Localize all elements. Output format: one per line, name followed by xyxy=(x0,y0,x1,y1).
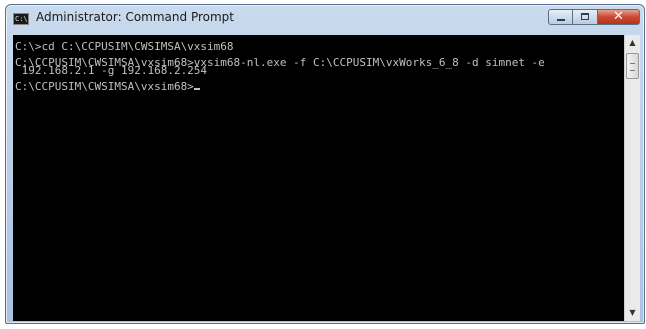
scrollbar-thumb[interactable] xyxy=(626,53,639,79)
vertical-scrollbar[interactable]: ▲ ▼ xyxy=(624,35,640,321)
command-prompt-window: C:\ Administrator: Command Prompt ✕ C:\>… xyxy=(5,4,645,324)
text-cursor xyxy=(193,88,200,90)
console-prompt-line: C:\CCPUSIM\CWSIMSA\vxsim68> xyxy=(15,80,624,93)
scroll-up-arrow-icon[interactable]: ▲ xyxy=(625,35,640,51)
console-line: C:\>cd C:\CCPUSIM\CWSIMSA\vxsim68 xyxy=(15,40,234,53)
window-title: Administrator: Command Prompt xyxy=(36,10,234,24)
close-button[interactable]: ✕ xyxy=(598,9,640,25)
scroll-down-arrow-icon[interactable]: ▼ xyxy=(625,305,640,321)
close-icon: ✕ xyxy=(613,9,624,24)
grip-icon xyxy=(630,63,635,71)
console-prompt: C:\CCPUSIM\CWSIMSA\vxsim68> xyxy=(15,80,194,93)
window-controls: ✕ xyxy=(548,9,640,26)
title-bar[interactable]: C:\ Administrator: Command Prompt ✕ xyxy=(6,5,644,33)
minimize-button[interactable] xyxy=(548,9,573,25)
maximize-icon xyxy=(581,13,589,20)
cmd-icon[interactable]: C:\ xyxy=(13,13,29,25)
maximize-button[interactable] xyxy=(573,9,598,25)
console-output[interactable]: C:\>cd C:\CCPUSIM\CWSIMSA\vxsim68 C:\CCP… xyxy=(13,35,624,321)
minimize-icon xyxy=(557,19,565,21)
